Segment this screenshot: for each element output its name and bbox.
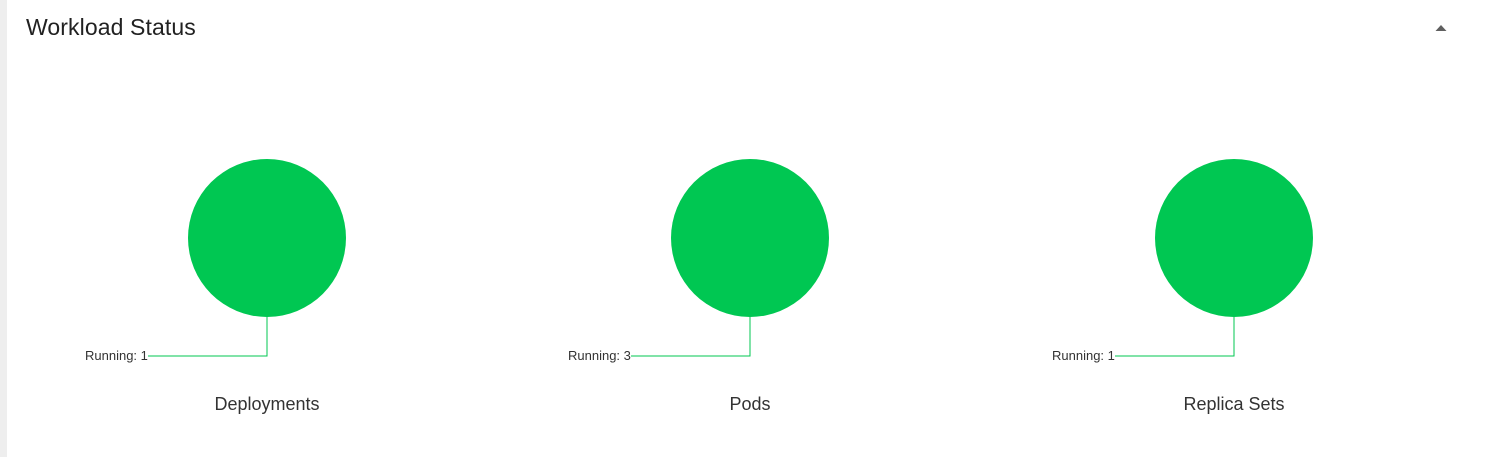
chart-label-replica-sets: Replica Sets [1183, 394, 1285, 414]
workload-status-card: Workload Status Running: 1 Running: 3 Ru… [7, 0, 1491, 457]
workload-charts: Running: 1 Running: 3 Running: 1 Deploym… [7, 56, 1491, 457]
collapse-button[interactable] [1425, 16, 1457, 40]
card-title: Workload Status [26, 14, 196, 40]
chart-label-deployments: Deployments [214, 394, 320, 414]
leader-line-deployments [148, 317, 268, 357]
card-header: Workload Status [7, 0, 1491, 56]
running-label-deployments: Running: 1 [85, 348, 148, 363]
pie-slice-running-pods[interactable] [671, 159, 829, 317]
chart-label-pods: Pods [729, 394, 771, 414]
leader-line-pods [631, 317, 751, 357]
leader-line-replica-sets [1115, 317, 1235, 357]
triangle-up-icon [1435, 25, 1447, 31]
running-label-replica-sets: Running: 1 [1052, 348, 1115, 363]
pie-slice-running-replica-sets[interactable] [1155, 159, 1313, 317]
pie-slice-running-deployments[interactable] [188, 159, 346, 317]
page-left-edge [0, 0, 7, 457]
running-label-pods: Running: 3 [568, 348, 631, 363]
